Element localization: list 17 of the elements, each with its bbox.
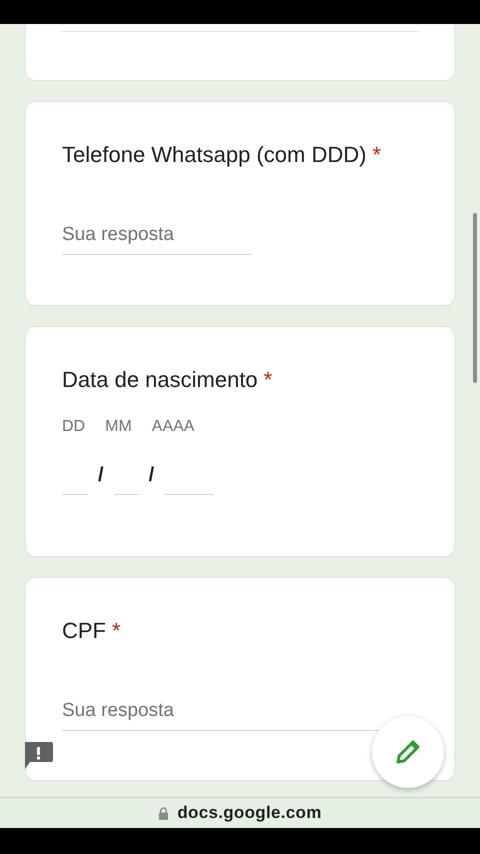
required-asterisk: * bbox=[372, 141, 382, 169]
question-title: CPF bbox=[62, 617, 106, 645]
date-part-label: MM bbox=[105, 418, 132, 436]
scrollbar-thumb[interactable] bbox=[473, 213, 477, 383]
date-part-label: DD bbox=[62, 418, 86, 436]
address-bar[interactable]: docs.google.com bbox=[0, 797, 480, 828]
date-part-label: AAAA bbox=[152, 418, 194, 436]
url-text: docs.google.com bbox=[177, 803, 322, 823]
question-title: Telefone Whatsapp (com DDD) bbox=[62, 141, 366, 169]
required-asterisk: * bbox=[264, 366, 272, 394]
date-separator: / bbox=[148, 464, 156, 488]
required-asterisk: * bbox=[112, 617, 121, 645]
lock-icon bbox=[158, 806, 170, 820]
date-separator: / bbox=[97, 464, 105, 488]
answer-field[interactable]: Sua resposta bbox=[62, 220, 252, 255]
question-title: Data de nascimento bbox=[62, 366, 258, 394]
answer-field[interactable]: Sua resposta bbox=[62, 696, 382, 731]
